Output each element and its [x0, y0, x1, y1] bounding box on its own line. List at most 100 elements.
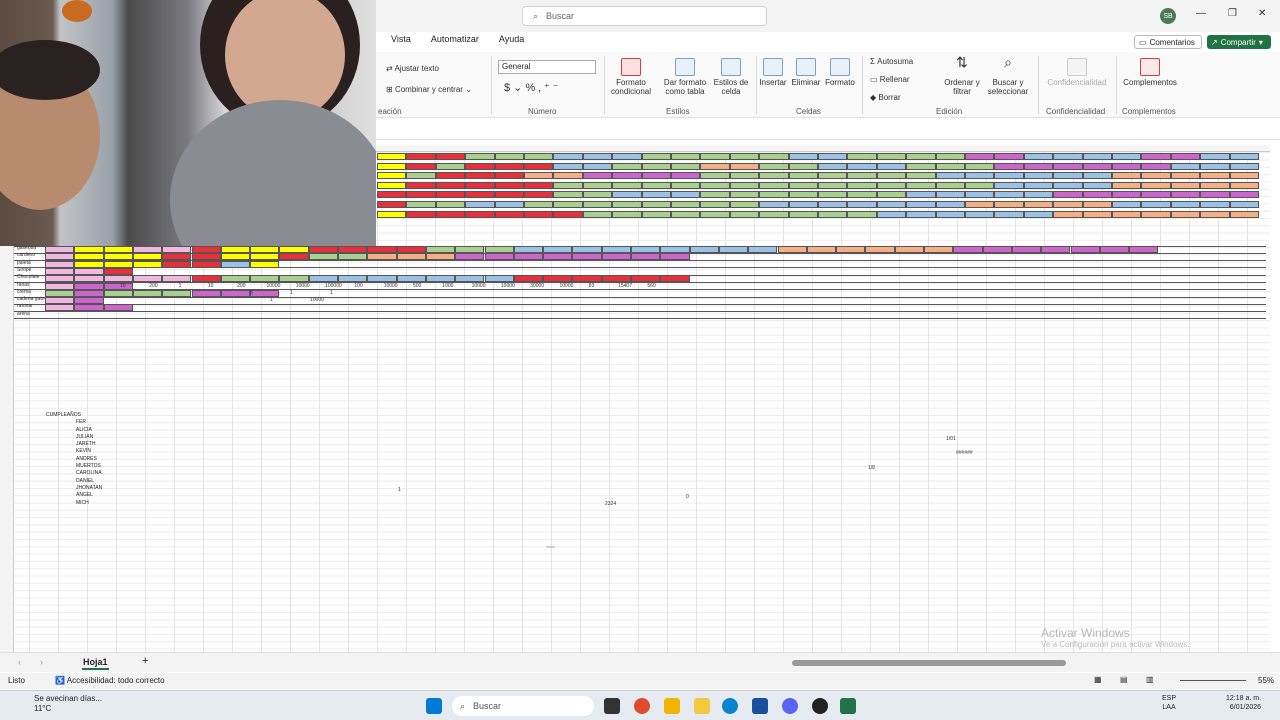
shaded-cell: [435, 162, 466, 170]
taskbar-search[interactable]: ⌕ Buscar: [452, 696, 594, 716]
shaded-cell: [1053, 181, 1083, 189]
discord-icon[interactable]: [782, 698, 798, 714]
shaded-cell: [406, 172, 436, 180]
shaded-cell: [1053, 172, 1083, 180]
conditional-format-button[interactable]: Formato condicional: [606, 58, 656, 96]
weather-widget[interactable]: Se avecinan días... 11°C: [20, 694, 102, 714]
shaded-cell: [729, 153, 760, 160]
insert-button[interactable]: Insertar: [758, 58, 788, 87]
close-button[interactable]: ✕: [1258, 8, 1266, 19]
tab-vista[interactable]: Vista: [391, 34, 411, 50]
app-icon[interactable]: [812, 698, 828, 714]
shaded-cell: [74, 267, 104, 275]
shaded-cell: [1112, 172, 1142, 180]
status-ready: Listo: [8, 676, 25, 685]
shaded-cell: [759, 181, 789, 189]
store-icon[interactable]: [752, 698, 768, 714]
chevron-right-icon[interactable]: ›: [40, 657, 43, 667]
minimize-button[interactable]: —: [1196, 8, 1206, 19]
shaded-cell: [1112, 201, 1142, 208]
cell-styles-button[interactable]: Estilos de celda: [710, 58, 752, 96]
number-buttons: $ ⌄ % ‚ ⁺ ⁻: [504, 82, 559, 94]
percent-icon[interactable]: %: [525, 82, 535, 94]
shaded-cell: [191, 246, 221, 253]
shaded-cell: [465, 172, 495, 180]
format-button[interactable]: Formato: [824, 58, 856, 87]
find-select-button[interactable]: ⌕ Buscar y seleccionar: [984, 55, 1032, 96]
shaded-cell: [465, 153, 495, 160]
decrease-decimal-icon[interactable]: ⁻: [553, 82, 559, 94]
clear-label: Borrar: [878, 93, 901, 102]
chevron-left-icon[interactable]: ‹: [18, 657, 21, 667]
shaded-cell: [582, 172, 613, 180]
shaded-cell: [494, 191, 524, 199]
windows-start-icon[interactable]: [426, 698, 442, 714]
shaded-cell: [1141, 181, 1171, 189]
merge-center-button[interactable]: ⊞ Combinar y centrar ⌄: [386, 85, 472, 94]
accessibility-status[interactable]: ♿ Accesibilidad: todo correcto: [55, 676, 165, 685]
search-input[interactable]: ⌕ Buscar: [522, 6, 767, 26]
wrap-text-button[interactable]: ⇄ Ajustar texto: [386, 64, 439, 73]
tab-ayuda[interactable]: Ayuda: [499, 34, 524, 50]
shaded-cell: [671, 191, 701, 199]
shaded-cell: [1082, 162, 1112, 170]
normal-view-icon[interactable]: ▦: [1094, 675, 1102, 684]
delete-button[interactable]: Eliminar: [790, 58, 822, 87]
thousands-icon[interactable]: ‚: [538, 82, 540, 94]
number-format-select[interactable]: General: [498, 60, 596, 74]
language-indicator[interactable]: ESP LAA: [1162, 694, 1176, 712]
formula-bar[interactable]: [376, 122, 1280, 140]
add-sheet-button[interactable]: +: [142, 655, 148, 667]
shaded-cell: [1200, 191, 1230, 199]
share-button[interactable]: ↗ Compartir ▾: [1207, 35, 1271, 49]
tab-automatizar[interactable]: Automatizar: [431, 34, 479, 50]
sort-filter-button[interactable]: ⇅ Ordenar y filtrar: [940, 55, 984, 96]
shaded-cell: [759, 191, 789, 199]
format-table-button[interactable]: Dar formato como tabla: [660, 58, 710, 96]
grid-line: [14, 311, 1266, 312]
cell-value: 500: [413, 282, 422, 289]
clear-button[interactable]: ◆ Borrar: [870, 93, 901, 102]
currency-icon[interactable]: $: [504, 82, 510, 94]
task-view-icon[interactable]: [604, 698, 620, 714]
increase-decimal-icon[interactable]: ⁺: [544, 82, 550, 94]
restore-button[interactable]: ❐: [1228, 8, 1237, 19]
webcam-overlay: [0, 0, 376, 246]
edge-icon[interactable]: [722, 698, 738, 714]
comments-button[interactable]: ▭ Comentarios: [1134, 35, 1202, 49]
conditional-format-label: Formato condicional: [610, 78, 652, 96]
sensitivity-button[interactable]: Confidencialidad: [1042, 58, 1112, 87]
column-headers[interactable]: [376, 145, 1270, 152]
shaded-cell: [494, 162, 524, 170]
delete-label: Eliminar: [791, 78, 821, 87]
zoom-level[interactable]: 55%: [1258, 676, 1274, 685]
shaded-cell: [641, 162, 671, 170]
shaded-cell: [162, 289, 192, 297]
fill-button[interactable]: ▭ Rellenar: [870, 75, 910, 84]
horizontal-scrollbar[interactable]: [792, 660, 1066, 666]
page-break-icon[interactable]: ▥: [1146, 675, 1154, 684]
cells-group-label: Celdas: [796, 107, 821, 116]
excel-icon[interactable]: [840, 698, 856, 714]
sheet-tab-hoja1[interactable]: Hoja1: [82, 656, 109, 670]
shaded-cell: [847, 162, 877, 170]
shaded-cell: [1082, 172, 1112, 180]
page-layout-icon[interactable]: ▤: [1120, 675, 1128, 684]
photos-icon[interactable]: [664, 698, 680, 714]
shaded-cell: [1112, 162, 1142, 170]
autosum-button[interactable]: Σ Autosuma: [870, 57, 913, 66]
addins-button[interactable]: Complementos: [1120, 58, 1180, 87]
avatar[interactable]: SB: [1160, 8, 1176, 24]
clock[interactable]: 12:18 a. m. 6/01/2026: [1226, 694, 1261, 712]
cell-value: 1: [290, 290, 293, 296]
watermark-title: Activar Windows: [1041, 626, 1130, 640]
shaded-cell: [729, 162, 760, 170]
shaded-cell: [700, 181, 730, 189]
zoom-slider[interactable]: [1180, 680, 1246, 681]
shaded-cell: [582, 191, 613, 199]
chrome-icon[interactable]: [634, 698, 650, 714]
shaded-cell: [865, 246, 895, 253]
row-label: crema: [17, 288, 31, 295]
ribbon-tabs: Vista Automatizar Ayuda: [376, 34, 524, 50]
file-explorer-icon[interactable]: [694, 698, 710, 714]
